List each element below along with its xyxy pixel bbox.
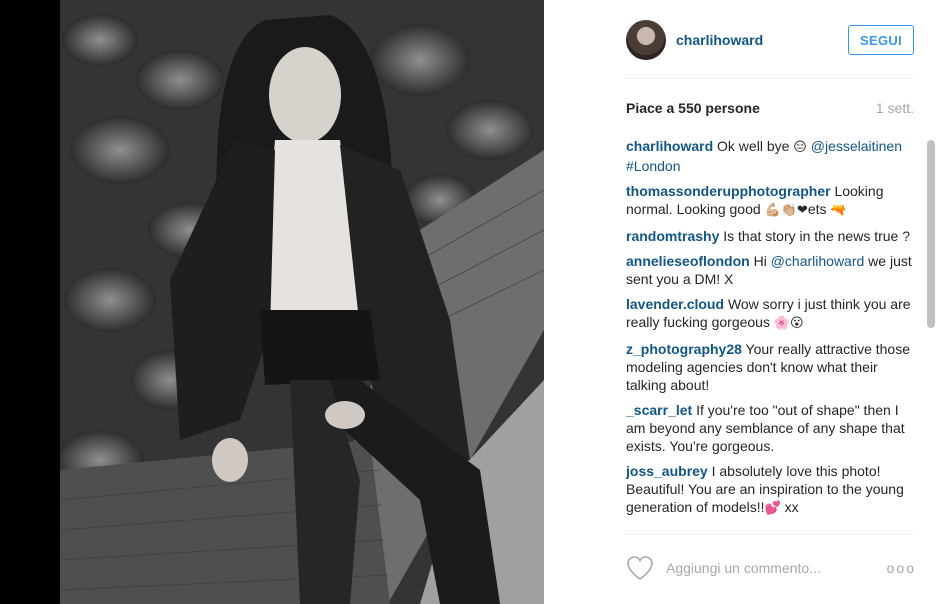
comment-username[interactable]: joss_aubrey	[626, 463, 708, 479]
comment-emoji: 😑	[793, 140, 807, 155]
comment-mention[interactable]: @charlihoward	[771, 253, 865, 269]
post-side-panel: charlihoward SEGUI Piace a 550 persone 1…	[544, 0, 938, 604]
footer-divider	[626, 534, 914, 535]
header-divider	[626, 78, 914, 79]
comment-emoji: 🔫	[830, 203, 847, 218]
post-header: charlihoward SEGUI	[626, 18, 914, 62]
comment-item: z_photography28 Your really attractive t…	[626, 340, 916, 394]
scrollbar-thumb[interactable]	[927, 140, 935, 328]
comment-username[interactable]: charlihoward	[626, 138, 713, 154]
comment-item: randomtrashy Is that story in the news t…	[626, 227, 916, 245]
comment-username[interactable]: lavender.cloud	[626, 296, 724, 312]
comment-emoji: 💪🏼👏🏼❤	[764, 203, 808, 218]
comment-username[interactable]: _scarr_let	[626, 402, 692, 418]
heart-icon[interactable]	[626, 555, 654, 581]
comment-item: _scarr_let If you're too "out of shape" …	[626, 401, 916, 455]
avatar[interactable]	[626, 20, 666, 60]
comment-emoji: 💕	[764, 501, 781, 516]
post-author-username[interactable]: charlihoward	[676, 32, 763, 48]
comment-text: Ok well bye	[717, 138, 794, 154]
likes-count[interactable]: Piace a 550 persone	[626, 100, 760, 116]
comments-list: charlihoward Ok well bye 😑 @jesselaitine…	[626, 137, 916, 532]
comments-scrollbar[interactable]	[927, 140, 935, 532]
comment-username[interactable]: randomtrashy	[626, 228, 719, 244]
comment-item: annelieseoflondon Hi @charlihoward we ju…	[626, 252, 916, 288]
add-comment-input[interactable]	[664, 559, 878, 577]
comment-item: charlihoward Ok well bye 😑 @jesselaitine…	[626, 137, 916, 175]
comment-item: lavender.cloud Wow sorry i just think yo…	[626, 295, 916, 333]
comment-hashtag[interactable]: #London	[626, 158, 681, 174]
comment-item: joss_aubrey I absolutely love this photo…	[626, 462, 916, 518]
comment-mention[interactable]: @jesselaitinen	[811, 138, 902, 154]
follow-button[interactable]: SEGUI	[848, 25, 914, 55]
comment-username[interactable]: annelieseoflondon	[626, 253, 750, 269]
comment-text: Is that story in the news true ?	[723, 228, 911, 244]
post-age[interactable]: 1 sett.	[876, 100, 914, 116]
comment-text: xx	[780, 499, 799, 515]
comment-text: Hi	[753, 253, 771, 269]
post-stats: Piace a 550 persone 1 sett.	[626, 100, 914, 116]
post-photo[interactable]	[60, 0, 544, 604]
comment-text: ets	[807, 201, 831, 217]
photo-image	[60, 0, 544, 604]
comment-item: thomassonderupphotographer Looking norma…	[626, 182, 916, 220]
comment-username[interactable]: thomassonderupphotographer	[626, 183, 831, 199]
comment-footer: ooo	[626, 552, 916, 584]
comment-username[interactable]: z_photography28	[626, 341, 742, 357]
more-options-icon[interactable]: ooo	[887, 560, 916, 576]
comment-emoji: 🌸😮	[773, 316, 804, 331]
